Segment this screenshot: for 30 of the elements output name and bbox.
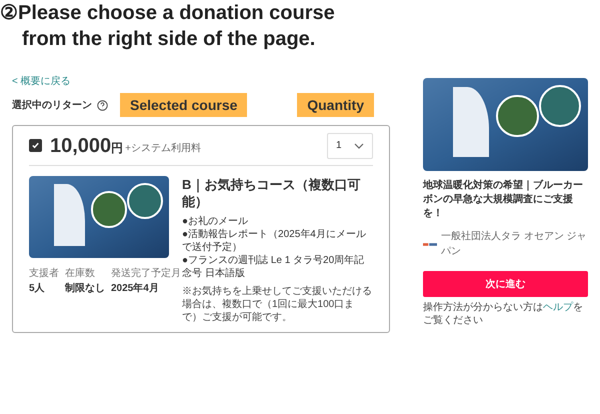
- reward-item: ●お礼のメール: [182, 215, 250, 228]
- course-title: B｜お気持ちコース（複数口可能）: [182, 176, 362, 210]
- check-icon: [31, 141, 40, 150]
- annotation-label: Selected course: [120, 93, 248, 117]
- stat-value: 制限なし: [65, 282, 105, 296]
- instruction-heading: ②Please choose a donation course from the right side of the page.: [0, 1, 336, 52]
- stat-label: 支援者: [29, 266, 59, 281]
- stat-label: 在庫数: [65, 266, 96, 281]
- back-link[interactable]: < 概要に戻る: [12, 74, 390, 89]
- organization-name: 一般社団法人タラ オセアン ジャパン: [441, 230, 588, 259]
- chevron-down-icon: [354, 142, 364, 148]
- course-note: ※お気持ちを上乗せしてご支援いただける場合は、複数口で（1回に最大100口まで）ご支援が可能です。: [182, 285, 373, 324]
- section-label: 選択中のリターン: [12, 98, 92, 112]
- reward-item: ●フランスの週刊誌 Le 1 タラ号20周年記念号 日本語版: [182, 254, 366, 280]
- help-link[interactable]: ヘルプ: [543, 302, 573, 313]
- stat-value: 5人: [29, 282, 46, 296]
- help-text: 操作方法が分からない方はヘルプをご覧ください: [423, 301, 584, 327]
- price: 10,000: [50, 134, 112, 158]
- stat-value: 2025年4月: [111, 282, 160, 296]
- stat-label: 発送完了予定月: [111, 266, 181, 281]
- project-title: 地球温暖化対策の希望｜ブルーカーボンの早急な大規模調査にご支援を！: [423, 179, 584, 221]
- logo-icon: [423, 242, 438, 246]
- currency: 円: [111, 140, 124, 157]
- reward-item: ●活動報告レポート（2025年4月にメールで送付予定）: [182, 228, 367, 254]
- next-button[interactable]: 次に進む: [423, 271, 588, 297]
- checkbox[interactable]: [29, 139, 42, 152]
- annotation-label: Quantity: [297, 93, 374, 117]
- fee-note: +システム利用料: [125, 142, 202, 156]
- help-icon[interactable]: [97, 100, 108, 110]
- quantity-select[interactable]: 1: [327, 132, 373, 158]
